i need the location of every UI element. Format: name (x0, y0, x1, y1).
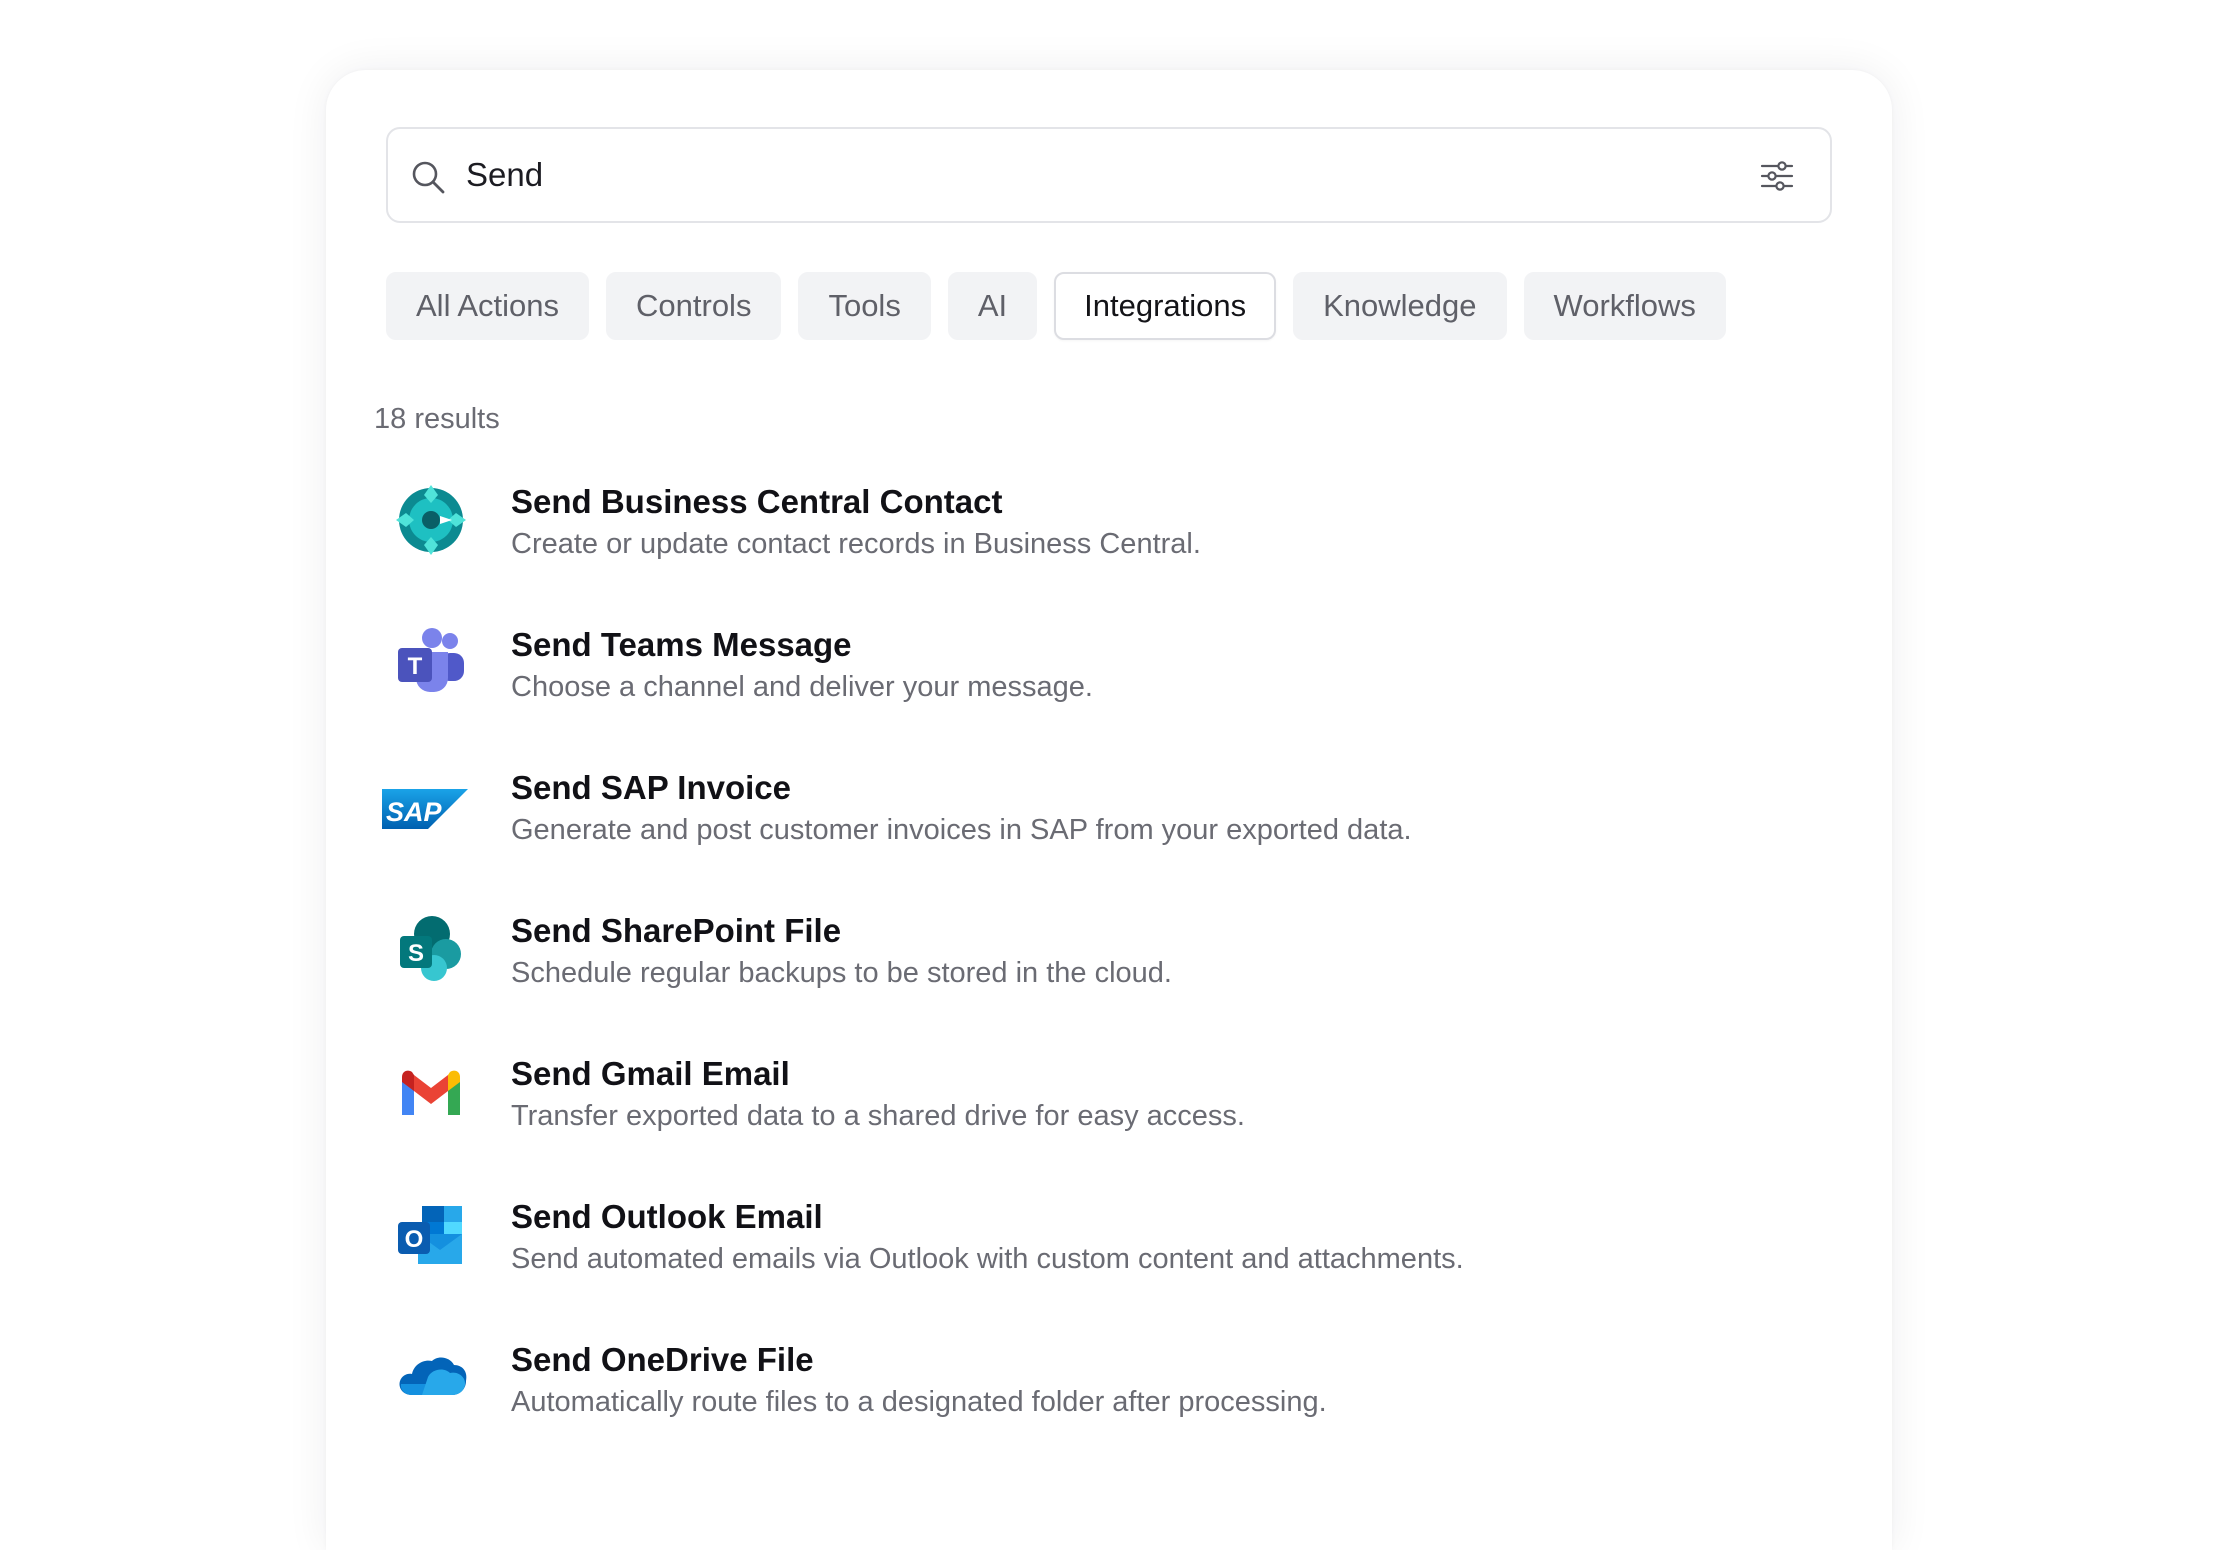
svg-text:T: T (408, 653, 423, 680)
tab-tools[interactable]: Tools (798, 272, 931, 340)
list-item-onedrive[interactable]: Send OneDrive File Automatically route f… (374, 1331, 1794, 1474)
item-title: Send Outlook Email (511, 1198, 823, 1235)
tab-knowledge[interactable]: Knowledge (1293, 272, 1507, 340)
search-input[interactable]: Send (466, 129, 543, 221)
tab-integrations[interactable]: Integrations (1054, 272, 1277, 340)
list-item-sap[interactable]: SAP Send SAP Invoice Generate and post c… (374, 759, 1794, 902)
list-item-outlook[interactable]: O Send Outlook Email Send automated emai… (374, 1188, 1794, 1331)
item-description: Transfer exported data to a shared drive… (511, 1100, 1245, 1132)
sharepoint-icon: S (400, 916, 461, 981)
list-item-teams[interactable]: T Send Teams Message Choose a channel an… (374, 616, 1794, 759)
onedrive-icon (399, 1357, 467, 1395)
item-title: Send OneDrive File (511, 1341, 814, 1378)
svg-text:SAP: SAP (386, 797, 443, 827)
tab-ai[interactable]: AI (947, 272, 1038, 340)
tab-all-actions[interactable]: All Actions (386, 272, 590, 340)
item-description: Create or update contact records in Busi… (511, 528, 1201, 560)
svg-text:S: S (408, 940, 424, 967)
business-central-icon (396, 485, 466, 555)
results-list: Send Business Central Contact Create or … (374, 473, 1794, 1474)
item-title: Send Gmail Email (511, 1055, 790, 1092)
item-description: Automatically route files to a designate… (511, 1386, 1327, 1418)
tab-workflows[interactable]: Workflows (1523, 272, 1726, 340)
search-icon (412, 161, 445, 194)
item-title: Send SAP Invoice (511, 769, 791, 806)
item-title: Send Teams Message (511, 626, 852, 663)
category-tabs: All Actions Controls Tools AI Integratio… (386, 272, 1726, 340)
item-description: Schedule regular backups to be stored in… (511, 957, 1172, 989)
list-item-business-central[interactable]: Send Business Central Contact Create or … (374, 473, 1794, 616)
actions-panel: Send All Actions Controls Tools AI Integ… (326, 70, 1892, 1550)
teams-icon: T (398, 628, 464, 692)
item-description: Choose a channel and deliver your messag… (511, 671, 1093, 703)
sliders-icon[interactable] (1760, 159, 1794, 193)
tab-controls[interactable]: Controls (606, 272, 782, 340)
result-count: 18 results (374, 403, 500, 435)
sap-icon: SAP (382, 789, 468, 829)
list-item-gmail[interactable]: Send Gmail Email Transfer exported data … (374, 1045, 1794, 1188)
item-title: Send Business Central Contact (511, 483, 1003, 520)
outlook-icon: O (398, 1206, 462, 1264)
item-description: Generate and post customer invoices in S… (511, 814, 1412, 846)
list-item-sharepoint[interactable]: S Send SharePoint File Schedule regular … (374, 902, 1794, 1045)
svg-text:O: O (405, 1226, 424, 1253)
item-description: Send automated emails via Outlook with c… (511, 1243, 1464, 1275)
search-bar[interactable]: Send (386, 127, 1832, 223)
gmail-icon (402, 1070, 460, 1115)
item-title: Send SharePoint File (511, 912, 842, 949)
